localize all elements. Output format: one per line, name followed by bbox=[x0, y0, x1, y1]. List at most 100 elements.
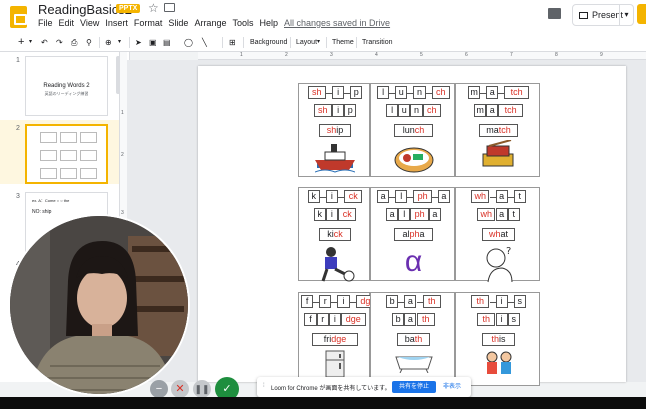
thumbnail-text: ex. A：Come ○ ○ the bbox=[32, 198, 70, 203]
paint-format-icon[interactable]: ⚲ bbox=[86, 36, 92, 49]
slide-number: 1 bbox=[16, 57, 20, 64]
close-icon[interactable]: ✕ bbox=[171, 380, 189, 398]
present-icon bbox=[579, 11, 588, 19]
zoom-chevron-icon[interactable]: ▾ bbox=[118, 36, 121, 49]
phonics-segment-joined: i bbox=[325, 208, 338, 221]
phonics-segment-joined: b bbox=[392, 313, 405, 326]
toolbar-divider bbox=[129, 37, 130, 48]
line-icon[interactable]: ╲ bbox=[202, 36, 207, 49]
word-card: f r i dge f r i dge fridge bbox=[298, 292, 381, 386]
phonics-segment: u bbox=[395, 86, 408, 99]
layout-chevron-icon[interactable]: ▾ bbox=[317, 36, 320, 49]
minus-icon[interactable]: − bbox=[150, 380, 168, 398]
move-folder-icon[interactable] bbox=[164, 3, 175, 12]
taskbar bbox=[0, 397, 646, 409]
ship-icon bbox=[299, 140, 371, 176]
phonics-segment: th bbox=[422, 295, 441, 308]
phonics-segment-joined: l bbox=[398, 208, 411, 221]
phonics-segment: t bbox=[513, 190, 526, 203]
avatar[interactable] bbox=[637, 4, 646, 24]
phonics-segment: th bbox=[471, 295, 490, 308]
comment-add-icon[interactable]: ⊞ bbox=[229, 36, 236, 49]
ruler-tick: 5 bbox=[420, 52, 423, 58]
stop-sharing-button[interactable]: 共有を停止 bbox=[392, 381, 436, 393]
redo-icon[interactable]: ↷ bbox=[56, 36, 63, 49]
toolbar: + ▾ ↶ ↷ ⎙ ⚲ ⊕ ▾ ➤ ▣ ▤ ◯ ╲ ⊞ Background L… bbox=[0, 34, 646, 52]
ruler-tick: 4 bbox=[375, 52, 378, 58]
word-label: ship bbox=[318, 124, 352, 137]
slide-canvas[interactable]: sh i p sh i p ship l u n ch l u n ch lunch m a tch m a tch mat… bbox=[198, 66, 626, 386]
thumbnail-preview bbox=[34, 132, 104, 180]
ruler-tick: 3 bbox=[121, 210, 124, 216]
toolbar-divider bbox=[99, 37, 100, 48]
menu-edit[interactable]: Edit bbox=[59, 18, 75, 28]
new-slide-icon[interactable]: + bbox=[18, 36, 24, 49]
star-icon[interactable]: ☆ bbox=[148, 1, 159, 15]
new-slide-chevron-icon[interactable]: ▾ bbox=[29, 36, 32, 49]
transition-button[interactable]: Transition bbox=[362, 36, 392, 49]
phonics-segment: a bbox=[495, 190, 508, 203]
phonics-segment-joined: s bbox=[507, 313, 520, 326]
phonics-segment: l bbox=[395, 190, 408, 203]
horizontal-ruler: 1 2 3 4 5 6 7 8 9 bbox=[198, 52, 646, 60]
ruler-tick: 1 bbox=[240, 52, 243, 58]
word-label: bath bbox=[397, 333, 430, 346]
ruler-tick: 1 bbox=[121, 110, 124, 116]
file-type-badge: PPTX bbox=[116, 4, 141, 13]
toolbar-divider bbox=[243, 37, 244, 48]
word-card: th i s th i s this bbox=[455, 292, 540, 386]
phonics-segment: r bbox=[319, 295, 332, 308]
menu-arrange[interactable]: Arrange bbox=[194, 18, 226, 28]
slides-logo-icon[interactable] bbox=[10, 6, 27, 28]
word-card: l u n ch l u n ch lunch bbox=[370, 83, 455, 177]
select-icon[interactable]: ➤ bbox=[135, 36, 142, 49]
menu-view[interactable]: View bbox=[80, 18, 99, 28]
thumbnail-title: Reading Words 2 bbox=[43, 83, 90, 89]
phonics-segment: ck bbox=[344, 190, 363, 203]
layout-button[interactable]: Layout bbox=[296, 36, 317, 49]
ruler-tick: 7 bbox=[510, 52, 513, 58]
phonics-segment: a bbox=[437, 190, 450, 203]
shape-icon[interactable]: ◯ bbox=[184, 36, 193, 49]
print-icon[interactable]: ⎙ bbox=[71, 36, 77, 49]
phonics-segment-joined: f bbox=[304, 313, 317, 326]
menu-insert[interactable]: Insert bbox=[105, 18, 128, 28]
hide-button[interactable]: 非表示 bbox=[443, 381, 461, 393]
drag-handle-icon[interactable]: ⁞ bbox=[263, 383, 265, 389]
comments-icon[interactable] bbox=[548, 8, 561, 19]
app-header: ReadingBasics2 PPTX ☆ File Edit View Ins… bbox=[0, 0, 646, 34]
image-icon[interactable]: ▤ bbox=[163, 36, 171, 49]
ruler-tick: 6 bbox=[465, 52, 468, 58]
word-card: sh i p sh i p ship bbox=[298, 83, 370, 177]
pause-icon[interactable]: ❚❚ bbox=[193, 380, 211, 398]
slide-thumbnail-1[interactable]: Reading Words 2 英語のリーディング練習 bbox=[25, 56, 108, 116]
menu-tools[interactable]: Tools bbox=[232, 18, 253, 28]
background-button[interactable]: Background bbox=[250, 36, 287, 49]
phonics-segment: wh bbox=[471, 190, 490, 203]
phonics-segment: n bbox=[413, 86, 426, 99]
menu-help[interactable]: Help bbox=[259, 18, 278, 28]
textbox-icon[interactable]: ▣ bbox=[149, 36, 157, 49]
zoom-icon[interactable]: ⊕ bbox=[105, 36, 112, 49]
phonics-segment: i bbox=[337, 295, 350, 308]
ruler-tick: 3 bbox=[330, 52, 333, 58]
chevron-down-icon[interactable]: ▾ bbox=[619, 5, 633, 25]
toolbar-divider bbox=[326, 37, 327, 48]
undo-icon[interactable]: ↶ bbox=[41, 36, 48, 49]
present-button[interactable]: Present ▾ bbox=[572, 4, 634, 26]
slide-thumbnail-2[interactable] bbox=[25, 124, 108, 184]
thumbnail-text: NO: ship bbox=[32, 209, 52, 215]
ruler-tick: 2 bbox=[285, 52, 288, 58]
menu-slide[interactable]: Slide bbox=[168, 18, 188, 28]
thinking-man-icon: ? bbox=[456, 244, 541, 283]
toolbar-divider bbox=[356, 37, 357, 48]
menu-file[interactable]: File bbox=[38, 18, 53, 28]
word-card: m a tch m a tch match bbox=[455, 83, 540, 177]
save-status-link[interactable]: All changes saved in Drive bbox=[284, 18, 390, 28]
word-label: this bbox=[482, 333, 515, 346]
menu-format[interactable]: Format bbox=[134, 18, 163, 28]
phonics-segment-joined: n bbox=[410, 104, 423, 117]
webcam-bubble[interactable] bbox=[8, 214, 190, 396]
phonics-segment-joined: a bbox=[495, 208, 508, 221]
theme-button[interactable]: Theme bbox=[332, 36, 354, 49]
